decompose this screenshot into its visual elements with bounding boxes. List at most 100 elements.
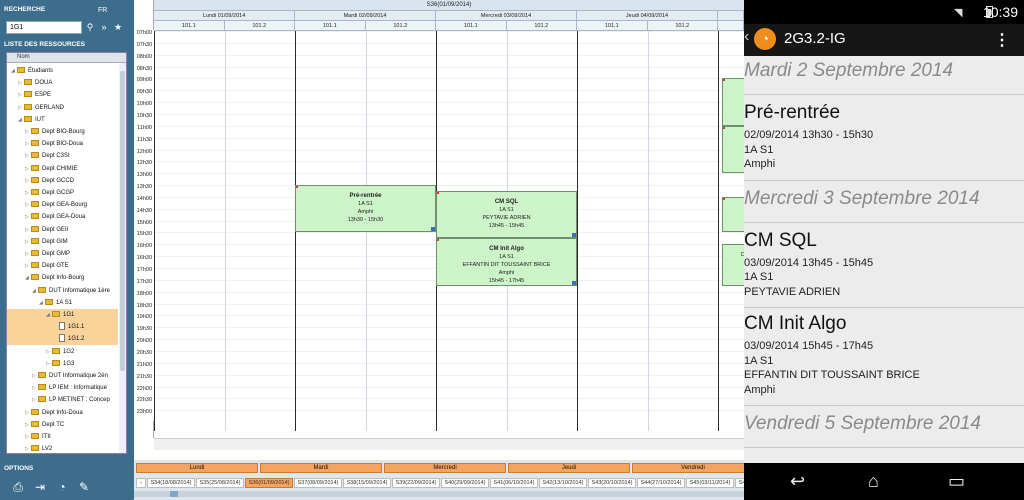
- star-icon[interactable]: ★: [112, 21, 124, 34]
- tree-item[interactable]: ▷ ITII: [7, 431, 118, 443]
- week-item[interactable]: S45(03/11/2014): [686, 478, 734, 488]
- forward-icon[interactable]: »: [98, 21, 110, 34]
- room-header: 101.1: [295, 21, 366, 31]
- bottom-day[interactable]: Lundi: [136, 463, 258, 473]
- event-block[interactable]: CM SQL 1A S1 PEYTAVIE ADRIEN 13h45 - 15h45: [436, 190, 577, 239]
- week-item[interactable]: S34(18/08/2014): [147, 478, 195, 488]
- room-header: 101.1: [577, 21, 648, 31]
- week-slider[interactable]: [134, 491, 744, 497]
- tree-item[interactable]: ▷ LP METINET : Concep: [7, 394, 118, 406]
- week-item[interactable]: S35(25/08/2014): [196, 478, 244, 488]
- week-item[interactable]: S38(15/09/2014): [343, 478, 391, 488]
- search-input[interactable]: 1G1: [6, 21, 82, 34]
- tree-item[interactable]: ▷ ESPE: [7, 89, 118, 101]
- language-selector[interactable]: FR: [98, 7, 107, 14]
- tree-scrollbar-thumb[interactable]: [120, 71, 125, 371]
- tree-item[interactable]: ▷ Dept GCGP: [7, 187, 118, 199]
- tree-item[interactable]: ▷ DUT Informatique 2èn: [7, 370, 118, 382]
- settings-icon[interactable]: ✎: [76, 480, 92, 494]
- week-item[interactable]: S42(13/10/2014): [539, 478, 587, 488]
- event-block-partial[interactable]: [722, 125, 744, 174]
- bottom-day[interactable]: Mercredi: [384, 463, 506, 473]
- week-item[interactable]: S41(06/10/2014): [490, 478, 538, 488]
- tree-item[interactable]: ▷ Dept Info-Doua: [7, 407, 118, 419]
- nav-home-icon[interactable]: ⌂: [868, 471, 879, 492]
- tree-item[interactable]: ◢ Dept Info-Bourg: [7, 272, 118, 284]
- list-item-title[interactable]: CM SQL: [744, 230, 1024, 252]
- tree-column-header[interactable]: Nom: [7, 53, 126, 63]
- tree-item[interactable]: ▷ Dept BIO-Bourg: [7, 126, 118, 138]
- tree-item[interactable]: ▷ Dept GEA-Bourg: [7, 199, 118, 211]
- tree-item[interactable]: ▷ Dept GEA-Doua: [7, 211, 118, 223]
- tree-item[interactable]: ▷ 1G3: [7, 358, 118, 370]
- tree-item[interactable]: ▷ Dept C3SI: [7, 150, 118, 162]
- time-label: 13h30: [134, 184, 154, 197]
- print-icon[interactable]: ⎙: [10, 480, 26, 494]
- week-item[interactable]: S36(01/09/2014): [245, 478, 293, 488]
- tree-item[interactable]: ◢ IUT: [7, 114, 118, 126]
- tree-item[interactable]: ▷ Dept CHIMIE: [7, 163, 118, 175]
- folder-icon: [31, 274, 39, 281]
- tree-item[interactable]: ◢ 1A S1: [7, 297, 118, 309]
- time-label: 14h00: [134, 195, 154, 208]
- app-rss-icon[interactable]: ◔: [754, 28, 776, 50]
- event-block[interactable]: Pré-rentrée 1A S1 Amphi 13h30 - 15h30: [295, 185, 436, 233]
- export-icon[interactable]: ⇥: [32, 480, 48, 494]
- folder-icon: [31, 225, 39, 232]
- event-marker: [437, 239, 439, 242]
- grid-line: [154, 291, 744, 293]
- tree-item[interactable]: ▷ GERLAND: [7, 102, 118, 114]
- week-item[interactable]: S37(08/09/2014): [294, 478, 342, 488]
- tree-item-label: LP IEM : Informatique: [49, 385, 107, 392]
- list-item-detail: Amphi: [744, 158, 776, 170]
- week-prev-button[interactable]: ‹: [136, 478, 146, 488]
- overflow-menu-icon[interactable]: ⋮: [994, 30, 1010, 50]
- back-chevron-icon[interactable]: ‹: [744, 28, 749, 46]
- tree-item[interactable]: ▷ Dept BIO-Doua: [7, 138, 118, 150]
- tree-item[interactable]: ◢ 1G1: [7, 309, 118, 321]
- event-resize-handle[interactable]: [431, 227, 435, 232]
- week-item[interactable]: S39(22/09/2014): [392, 478, 440, 488]
- tree-item[interactable]: ▷ Dept GCCD: [7, 175, 118, 187]
- week-item[interactable]: S40(29/09/2014): [441, 478, 489, 488]
- rss-icon[interactable]: ◔: [54, 480, 70, 494]
- event-block-partial[interactable]: [722, 78, 744, 126]
- list-item-title[interactable]: Pré-rentrée: [744, 102, 1024, 124]
- tree-item[interactable]: ▷ 1G2: [7, 346, 118, 358]
- status-bar: ◥ 10:39: [744, 0, 1024, 24]
- tree-item[interactable]: 1G1.1: [7, 321, 118, 334]
- tree-item[interactable]: ▷ Dept GTE: [7, 260, 118, 272]
- bottom-day[interactable]: Mardi: [260, 463, 382, 473]
- tree-item-label: Dept C3SI: [42, 153, 70, 160]
- tree-item[interactable]: ▷ Dept GIM: [7, 236, 118, 248]
- tree-item[interactable]: ▷ Dept GMP: [7, 248, 118, 260]
- week-item[interactable]: S43(20/10/2014): [588, 478, 636, 488]
- calendar-horizontal-scrollbar[interactable]: [154, 438, 744, 450]
- day-header: Lundi 01/09/2014: [154, 11, 295, 21]
- nav-recents-icon[interactable]: ▭: [948, 471, 965, 492]
- event-block[interactable]: CM Init Algo 1A S1 EFFANTIN DIT TOUSSAINT …: [436, 238, 577, 286]
- tree-item[interactable]: ▷ Dept GEII: [7, 224, 118, 236]
- event-resize-handle[interactable]: [572, 280, 576, 285]
- tree-item[interactable]: ▷ LV2: [7, 443, 118, 453]
- bottom-day[interactable]: Jeudi: [508, 463, 630, 473]
- event-detail: 1A S1: [358, 201, 373, 208]
- column-line: [718, 31, 719, 431]
- week-item[interactable]: S44(27/10/2014): [637, 478, 685, 488]
- folder-icon: [38, 372, 46, 378]
- nav-back-icon[interactable]: ↩: [790, 471, 805, 492]
- tree-item[interactable]: ◢ Étudiants: [7, 65, 118, 77]
- tree-item[interactable]: ▷ Dept TC: [7, 419, 118, 431]
- folder-icon: [24, 103, 32, 110]
- event-block-partial[interactable]: [722, 196, 744, 233]
- search-icon[interactable]: ⚲: [84, 21, 96, 34]
- event-block-partial[interactable]: DE: [722, 244, 744, 286]
- tree-item[interactable]: ◢ DUT Informatique 1ère: [7, 285, 118, 297]
- tree-item[interactable]: ▷ DOUA: [7, 77, 118, 89]
- tree-item[interactable]: ▷ LP IEM : Informatique: [7, 382, 118, 394]
- list-item-title[interactable]: CM Init Algo: [744, 313, 1024, 335]
- event-resize-handle[interactable]: [572, 233, 576, 238]
- tree-item[interactable]: 1G1.2: [7, 333, 118, 346]
- week-slider-thumb[interactable]: [170, 491, 178, 497]
- bottom-day[interactable]: Vendredi: [632, 463, 754, 473]
